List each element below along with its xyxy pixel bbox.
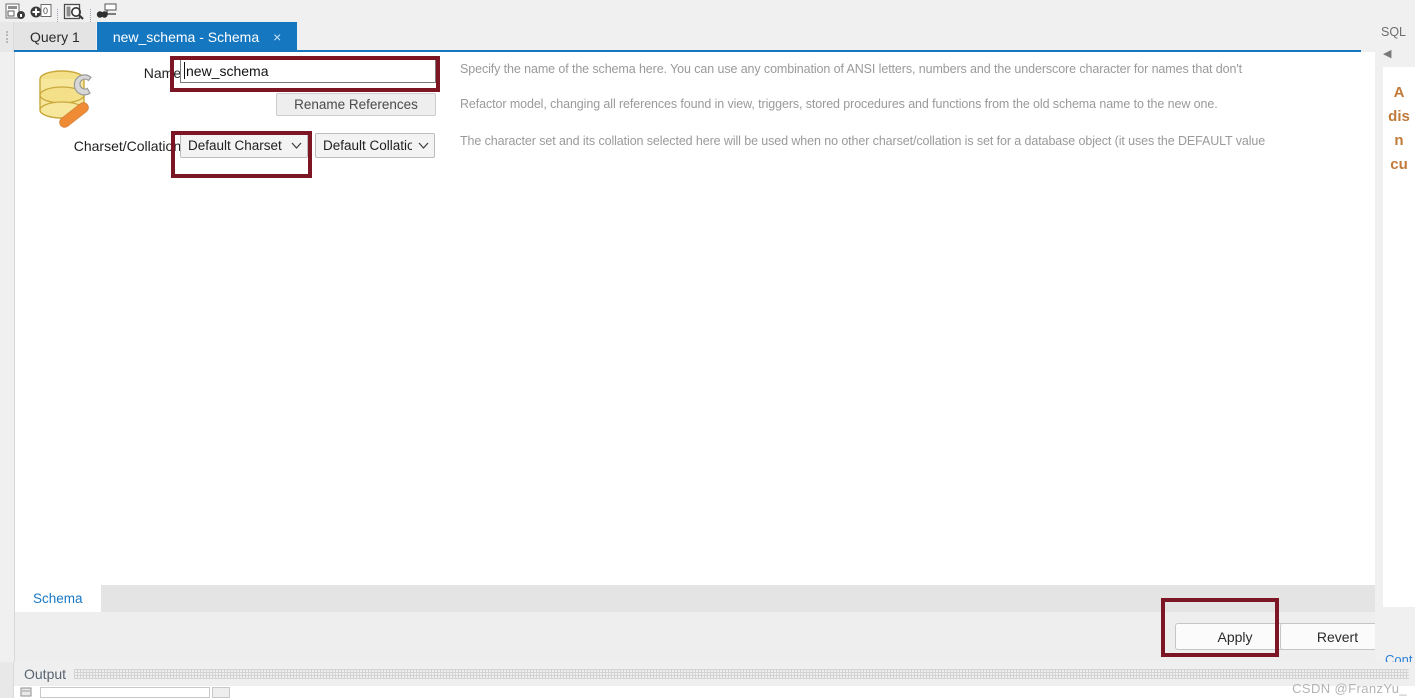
output-label: Output xyxy=(24,666,67,682)
hint-line: n xyxy=(1394,132,1404,149)
sql-additions-body: A dis n cu xyxy=(1383,67,1415,607)
output-filter-input[interactable] xyxy=(40,687,210,698)
watermark: CSDN @FranzYu_ xyxy=(1292,681,1407,696)
tabbar-gutter xyxy=(0,22,14,52)
reverse-engineer-icon[interactable] xyxy=(94,2,120,22)
inspector-icon[interactable] xyxy=(61,2,87,22)
tab-label: Query 1 xyxy=(30,29,80,45)
charset-collation-label: Charset/Collation: xyxy=(73,138,185,154)
output-pane-icon xyxy=(14,686,40,698)
name-help-text: Specify the name of the schema here. You… xyxy=(460,62,1243,76)
mysql-workbench-window: 0 Query 1 new_schema - Schema × Name: ne… xyxy=(0,0,1415,698)
toolbar-separator xyxy=(54,8,61,22)
section-tabs-empty-area xyxy=(100,585,1375,612)
output-pane-body xyxy=(0,686,1415,698)
rename-help-text: Refactor model, changing all references … xyxy=(460,97,1218,111)
output-filter-button[interactable] xyxy=(212,687,230,698)
sql-additions-panel: SQL ◀ A dis n cu Cont xyxy=(1375,22,1415,667)
editor-section-tabs: Schema xyxy=(14,585,1375,612)
apply-button[interactable]: Apply xyxy=(1175,623,1295,650)
name-label: Name: xyxy=(143,65,185,81)
collapse-panel-icon[interactable]: ◀ xyxy=(1375,42,1415,64)
charset-help-text: The character set and its collation sele… xyxy=(460,134,1266,148)
editor-tab-bar: Query 1 new_schema - Schema × xyxy=(0,22,1415,52)
close-icon[interactable]: × xyxy=(273,30,281,44)
collation-value: Default Collation xyxy=(323,138,412,153)
output-pane-header: Output xyxy=(0,662,1415,686)
tab-query-1[interactable]: Query 1 xyxy=(14,22,97,52)
schema-name-input[interactable] xyxy=(180,58,436,83)
editor-action-bar: Apply Revert xyxy=(14,612,1395,662)
hint-line: cu xyxy=(1390,156,1408,173)
chevron-down-icon xyxy=(412,142,434,149)
charset-dropdown[interactable]: Default Charset xyxy=(180,133,308,158)
rename-references-button[interactable]: Rename References xyxy=(276,93,436,116)
collation-dropdown[interactable]: Default Collation xyxy=(315,133,435,158)
tab-label: new_schema - Schema xyxy=(112,29,260,45)
tab-new-schema[interactable]: new_schema - Schema × xyxy=(96,22,299,52)
tab-schema-label: Schema xyxy=(33,591,83,606)
sql-additions-title: SQL xyxy=(1375,22,1415,42)
hint-line: A xyxy=(1393,84,1405,101)
main-toolbar: 0 xyxy=(0,0,1415,22)
schema-editor-panel: Name: Rename References Charset/Collatio… xyxy=(14,52,1375,585)
output-body-gutter xyxy=(0,686,14,698)
charset-value: Default Charset xyxy=(188,138,282,153)
toolbar-separator-2 xyxy=(87,8,94,22)
add-table-icon[interactable]: 0 xyxy=(28,2,54,22)
new-schema-icon[interactable] xyxy=(2,2,28,22)
svg-text:0: 0 xyxy=(43,6,48,16)
chevron-down-icon xyxy=(285,142,307,149)
output-gutter xyxy=(0,662,14,686)
tab-schema[interactable]: Schema xyxy=(15,585,101,612)
tabbar-empty-area xyxy=(298,22,1415,52)
hint-line: dis xyxy=(1388,108,1410,125)
output-divider xyxy=(74,669,1409,679)
sql-additions-hint: A dis n cu xyxy=(1383,67,1415,177)
text-caret xyxy=(184,62,185,79)
